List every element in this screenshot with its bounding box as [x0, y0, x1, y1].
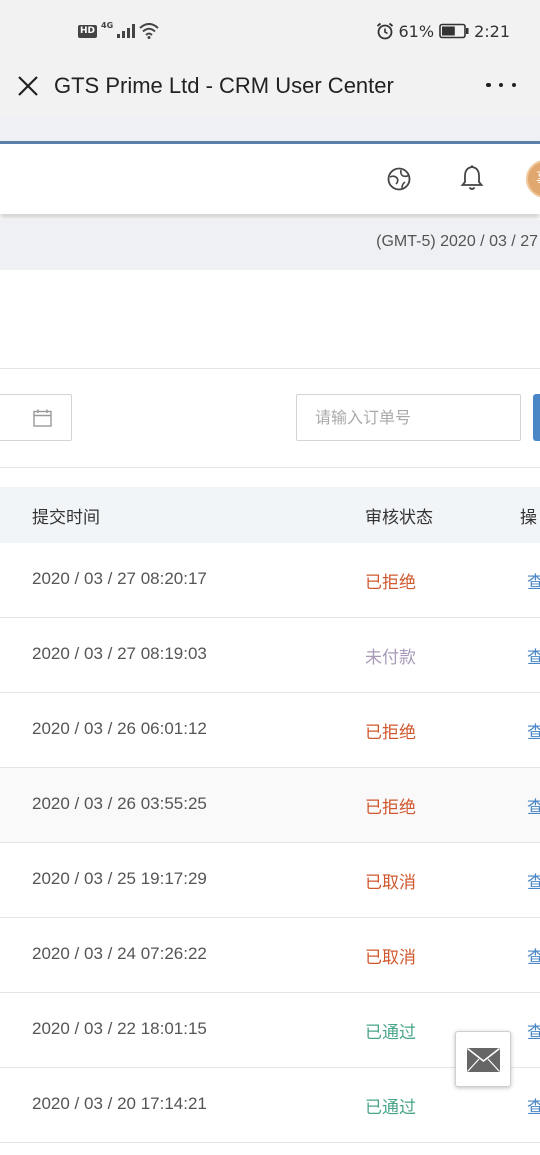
- submit-time: 2020 / 03 / 26 03:55:25: [32, 794, 207, 813]
- table-row: 2020 / 03 / 26 06:01:12 已拒绝 查: [0, 693, 540, 768]
- content-spacer: [0, 270, 540, 368]
- search-button[interactable]: [533, 394, 540, 441]
- header-divider-band: [0, 117, 540, 141]
- battery-icon: [439, 23, 469, 39]
- wifi-icon: [139, 23, 159, 39]
- divider: [0, 368, 540, 369]
- review-status: 已取消: [365, 873, 416, 893]
- more-icon: [486, 82, 491, 88]
- globe-icon: [387, 167, 411, 191]
- app-header: GTS Prime Ltd - CRM User Center: [0, 62, 540, 117]
- mail-icon: [467, 1048, 500, 1072]
- submit-time: 2020 / 03 / 20 17:14:21: [32, 1094, 207, 1113]
- table-row: 2020 / 03 / 25 19:17:29 已取消 查: [0, 843, 540, 918]
- timezone-date: (GMT-5) 2020 / 03 / 27: [376, 233, 538, 250]
- close-icon: [18, 76, 38, 96]
- view-link[interactable]: 查: [527, 943, 540, 968]
- date-picker-input[interactable]: [0, 394, 72, 441]
- view-link[interactable]: 查: [527, 1018, 540, 1043]
- review-status: 已取消: [365, 948, 416, 968]
- more-button[interactable]: [486, 74, 516, 96]
- view-link[interactable]: 查: [527, 643, 540, 668]
- message-button[interactable]: [455, 1031, 511, 1087]
- view-link[interactable]: 查: [527, 868, 540, 893]
- table-row: 2020 / 03 / 27 08:20:17 已拒绝 查: [0, 543, 540, 618]
- clock-time: 2:21: [474, 21, 510, 41]
- submit-time: 2020 / 03 / 26 06:01:12: [32, 719, 207, 738]
- hd-badge: HD: [78, 24, 98, 38]
- alarm-icon: [376, 22, 393, 40]
- submit-time: 2020 / 03 / 22 18:01:15: [32, 1019, 207, 1038]
- table-row: 2020 / 03 / 27 08:19:03 未付款 查: [0, 618, 540, 693]
- app-title: GTS Prime Ltd - CRM User Center: [54, 73, 394, 98]
- status-right: 61% 2:21: [376, 20, 510, 42]
- review-status: 已通过: [365, 1098, 416, 1118]
- status-bar: HD 4G 61% 2:21: [0, 0, 540, 62]
- column-header-status[interactable]: 审核状态: [365, 503, 433, 528]
- review-status: 已通过: [365, 1023, 416, 1043]
- review-status: 未付款: [365, 648, 416, 668]
- more-icon-dot: [511, 82, 516, 88]
- order-number-input[interactable]: [296, 394, 521, 441]
- signal-icon: [117, 24, 136, 38]
- review-status: 已拒绝: [365, 723, 416, 743]
- view-link[interactable]: 查: [527, 1093, 540, 1118]
- divider: [0, 467, 540, 468]
- network-type: 4G: [101, 20, 114, 30]
- battery-percent: 61%: [398, 21, 435, 41]
- view-link[interactable]: 查: [527, 568, 540, 593]
- submit-time: 2020 / 03 / 27 08:20:17: [32, 569, 207, 588]
- column-header-time[interactable]: 提交时间: [32, 503, 100, 528]
- language-button[interactable]: [386, 166, 412, 192]
- view-link[interactable]: 查: [527, 718, 540, 743]
- submit-time: 2020 / 03 / 24 07:26:22: [32, 944, 207, 963]
- submit-time: 2020 / 03 / 27 08:19:03: [32, 644, 207, 663]
- notifications-button[interactable]: [459, 164, 485, 192]
- calendar-icon: [33, 409, 52, 427]
- table-row: 2020 / 03 / 24 07:26:22 已取消 查: [0, 918, 540, 993]
- status-left: HD 4G: [78, 20, 159, 42]
- timezone-bar: (GMT-5) 2020 / 03 / 27: [0, 220, 540, 270]
- column-header-operation: 操: [520, 508, 537, 528]
- submit-time: 2020 / 03 / 25 19:17:29: [32, 869, 207, 888]
- table-header: 提交时间 审核状态 操: [0, 487, 540, 543]
- close-button[interactable]: [14, 72, 42, 100]
- review-status: 已拒绝: [365, 573, 416, 593]
- more-icon-dot: [498, 82, 504, 88]
- bell-icon: [460, 165, 484, 190]
- view-link[interactable]: 查: [527, 793, 540, 818]
- page-nav: 事: [0, 141, 540, 214]
- avatar[interactable]: 事: [526, 160, 540, 198]
- table-row: 2020 / 03 / 26 03:55:25 已拒绝 查: [0, 768, 540, 843]
- review-status: 已拒绝: [365, 798, 416, 818]
